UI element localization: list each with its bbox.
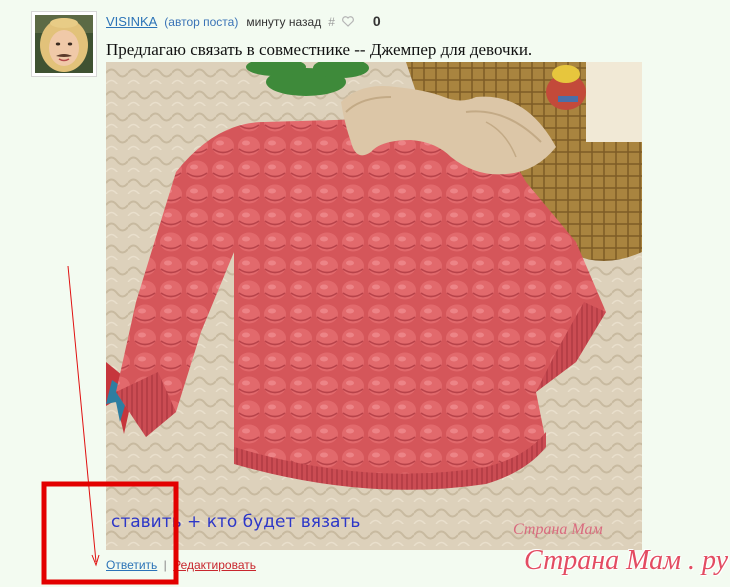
annotation-arrowhead [91, 554, 100, 567]
site-watermark: Страна Мам . ру [524, 545, 729, 576]
post-actions: Ответить | Редактировать [106, 558, 256, 572]
heart-icon[interactable] [342, 14, 354, 32]
permalink-hash[interactable]: # [328, 15, 335, 29]
avatar-image [35, 15, 93, 73]
post-photo[interactable] [106, 62, 642, 550]
post-time: минуту назад [246, 15, 322, 29]
author-link[interactable]: VISINKA [106, 14, 157, 29]
comment-post: VISINKA (автор поста) минуту назад # 0 П… [0, 0, 730, 587]
avatar[interactable] [31, 11, 97, 77]
post-text: Предлагаю связать в совместнике -- Джемп… [106, 40, 533, 59]
reply-link[interactable]: Ответить [106, 558, 157, 572]
actions-separator: | [163, 558, 167, 572]
like-count: 0 [372, 13, 381, 29]
edit-link[interactable]: Редактировать [173, 558, 256, 572]
annotation-arrow [67, 265, 97, 563]
author-role: (автор поста) [164, 15, 239, 29]
post-meta: VISINKA (автор поста) минуту назад # 0 [106, 13, 381, 31]
image-overlay-text: ставить + кто будет вязать [111, 512, 361, 532]
image-watermark: Страна Мам [513, 521, 603, 538]
